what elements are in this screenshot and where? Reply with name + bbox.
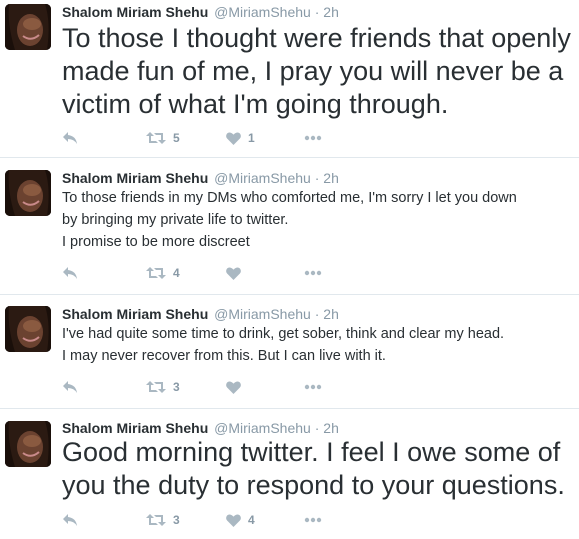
- tweet-text-line: To those friends in my DMs who comforted…: [62, 190, 517, 206]
- more-button[interactable]: [304, 378, 322, 396]
- retweet-button[interactable]: 4: [146, 264, 180, 282]
- tweet-header: Shalom Miriam Shehu @MiriamShehu · 2h: [62, 305, 339, 323]
- tweet-text-line: by bringing my private life to twitter.: [62, 212, 289, 228]
- author-name[interactable]: Shalom Miriam Shehu: [62, 420, 208, 436]
- timestamp[interactable]: 2h: [323, 306, 339, 322]
- more-icon: [304, 270, 322, 276]
- separator-dot: ·: [314, 420, 320, 436]
- tweet-text-line: I've had quite some time to drink, get s…: [62, 326, 505, 342]
- tweet-text-line: I may never recover from this. But I can…: [62, 348, 386, 364]
- retweet-icon: [146, 380, 166, 394]
- retweet-button[interactable]: 5: [146, 129, 180, 147]
- tweet[interactable]: Shalom Miriam Shehu @MiriamShehu · 2h To…: [0, 0, 579, 158]
- author-name[interactable]: Shalom Miriam Shehu: [62, 170, 208, 186]
- retweet-icon: [146, 513, 166, 527]
- like-count: 1: [248, 131, 255, 145]
- reply-icon: [62, 266, 78, 280]
- avatar[interactable]: [5, 306, 51, 352]
- heart-icon: [226, 267, 241, 280]
- author-handle[interactable]: @MiriamShehu: [214, 420, 311, 436]
- separator-dot: ·: [314, 170, 320, 186]
- like-button[interactable]: [226, 264, 248, 282]
- tweet-text-line: made fun of me, I pray you will never be…: [62, 56, 564, 86]
- more-icon: [304, 384, 322, 390]
- tweet-header: Shalom Miriam Shehu @MiriamShehu · 2h: [62, 419, 339, 437]
- tweet-text: To those I thought were friends that ope…: [62, 22, 572, 121]
- author-handle[interactable]: @MiriamShehu: [214, 306, 311, 322]
- retweet-icon: [146, 266, 166, 280]
- author-handle[interactable]: @MiriamShehu: [214, 4, 311, 20]
- author-handle[interactable]: @MiriamShehu: [214, 170, 311, 186]
- retweet-count: 3: [173, 380, 180, 394]
- retweet-count: 4: [173, 266, 180, 280]
- reply-icon: [62, 380, 78, 394]
- retweet-button[interactable]: 3: [146, 511, 180, 529]
- reply-button[interactable]: [62, 264, 78, 282]
- retweet-icon: [146, 131, 166, 145]
- more-icon: [304, 517, 322, 523]
- tweet-text: Good morning twitter. I feel I owe some …: [62, 436, 572, 502]
- reply-button[interactable]: [62, 511, 78, 529]
- heart-icon: [226, 381, 241, 394]
- separator-dot: ·: [314, 4, 320, 20]
- avatar[interactable]: [5, 421, 51, 467]
- tweet-text-line: Good morning twitter. I feel I owe some …: [62, 437, 561, 467]
- tweet-text-line: you the duty to respond to your question…: [62, 470, 565, 500]
- retweet-count: 5: [173, 131, 180, 145]
- more-button[interactable]: [304, 264, 322, 282]
- reply-icon: [62, 513, 78, 527]
- separator-dot: ·: [314, 306, 320, 322]
- tweet[interactable]: Shalom Miriam Shehu @MiriamShehu · 2h To…: [0, 158, 579, 295]
- tweet[interactable]: Shalom Miriam Shehu @MiriamShehu · 2h I'…: [0, 295, 579, 409]
- like-button[interactable]: [226, 378, 248, 396]
- timestamp[interactable]: 2h: [323, 170, 339, 186]
- timestamp[interactable]: 2h: [323, 420, 339, 436]
- heart-icon: [226, 514, 241, 527]
- heart-icon: [226, 132, 241, 145]
- reply-icon: [62, 131, 78, 145]
- author-name[interactable]: Shalom Miriam Shehu: [62, 306, 208, 322]
- more-button[interactable]: [304, 129, 322, 147]
- tweet-text-line: To those I thought were friends that ope…: [62, 23, 571, 53]
- tweet-text-line: victim of what I'm going through.: [62, 89, 449, 119]
- retweet-count: 3: [173, 513, 180, 527]
- tweet-text: To those friends in my DMs who comforted…: [62, 187, 572, 253]
- avatar[interactable]: [5, 170, 51, 216]
- tweet-timeline: Shalom Miriam Shehu @MiriamShehu · 2h To…: [0, 0, 579, 539]
- more-icon: [304, 135, 322, 141]
- like-count: 4: [248, 513, 255, 527]
- tweet-header: Shalom Miriam Shehu @MiriamShehu · 2h: [62, 3, 339, 21]
- like-button[interactable]: 4: [226, 511, 255, 529]
- tweet-actions: 3 4: [62, 511, 362, 529]
- tweet-actions: 5 1: [62, 129, 362, 147]
- tweet-actions: 3: [62, 378, 362, 396]
- like-button[interactable]: 1: [226, 129, 255, 147]
- tweet-actions: 4: [62, 264, 362, 282]
- reply-button[interactable]: [62, 378, 78, 396]
- tweet-header: Shalom Miriam Shehu @MiriamShehu · 2h: [62, 169, 339, 187]
- more-button[interactable]: [304, 511, 322, 529]
- tweet-text: I've had quite some time to drink, get s…: [62, 323, 572, 367]
- tweet-text-line: I promise to be more discreet: [62, 234, 250, 250]
- reply-button[interactable]: [62, 129, 78, 147]
- timestamp[interactable]: 2h: [323, 4, 339, 20]
- author-name[interactable]: Shalom Miriam Shehu: [62, 4, 208, 20]
- avatar[interactable]: [5, 4, 51, 50]
- tweet[interactable]: Shalom Miriam Shehu @MiriamShehu · 2h Go…: [0, 409, 579, 539]
- retweet-button[interactable]: 3: [146, 378, 180, 396]
